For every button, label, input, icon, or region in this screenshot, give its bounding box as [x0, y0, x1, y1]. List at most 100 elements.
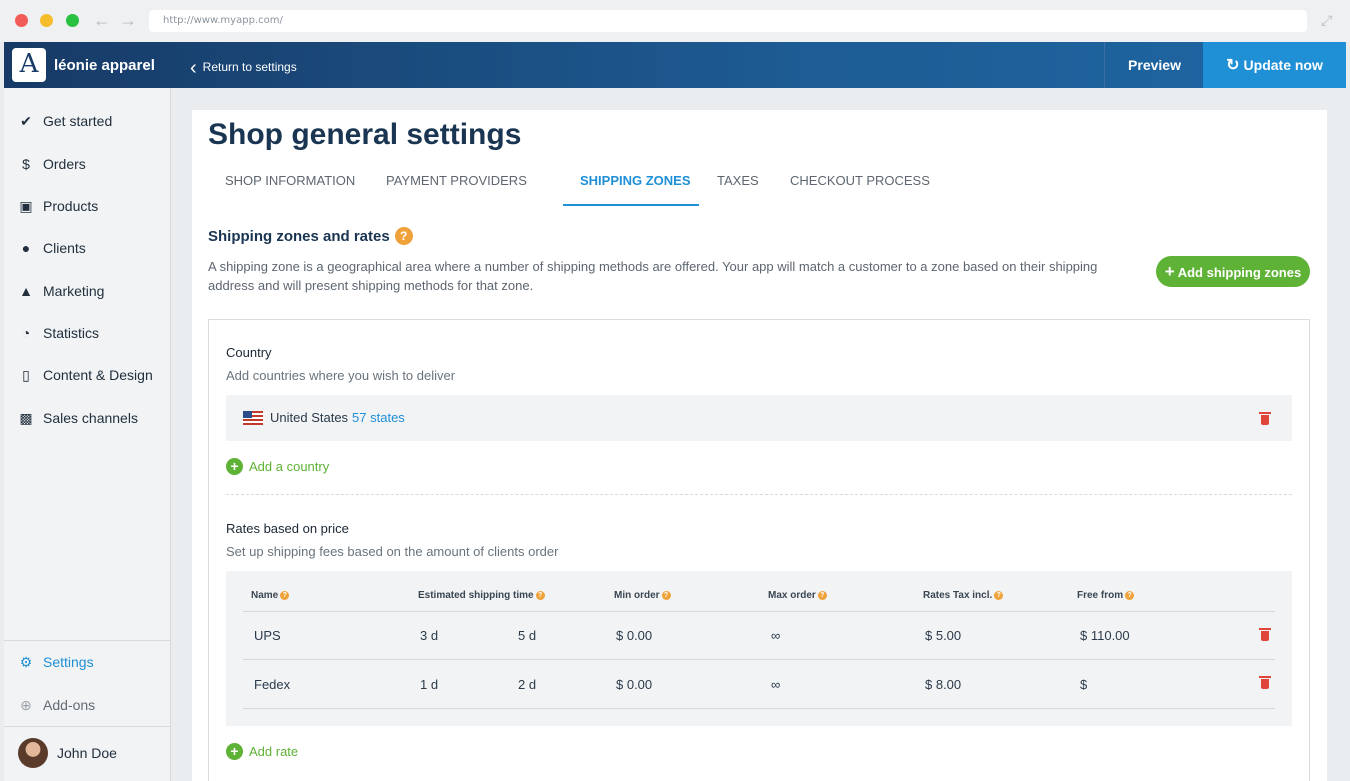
refresh-icon: ↻	[1226, 57, 1240, 74]
sidebar-item-label: Clients	[43, 240, 86, 256]
section-title-text: Shipping zones and rates	[208, 227, 390, 245]
row-divider	[243, 611, 1275, 612]
plus-icon: +	[1164, 262, 1175, 281]
minimize-window-button[interactable]	[40, 14, 53, 27]
phone-icon: ▯	[22, 366, 30, 383]
sidebar-item-clients[interactable]: ● Clients	[18, 240, 86, 256]
sidebar-item-sales-channels[interactable]: ▩ Sales channels	[18, 409, 138, 427]
user-name: John Doe	[57, 745, 117, 761]
user-profile[interactable]: John Doe	[18, 738, 117, 768]
add-shipping-zones-button[interactable]: + Add shipping zones	[1156, 256, 1310, 287]
country-name-text: United States	[270, 410, 349, 425]
delete-rate-trash-icon[interactable]	[1259, 627, 1271, 641]
column-header-label: Min order	[614, 590, 660, 601]
sidebar-item-products[interactable]: ▣ Products	[18, 198, 99, 215]
tab-shop-information[interactable]: SHOP INFORMATION	[225, 173, 355, 188]
expand-icon[interactable]: ⤢	[1321, 12, 1332, 29]
country-row: United States 57 states	[226, 395, 1292, 441]
country-heading: Country	[226, 345, 272, 360]
column-header-name: Name?	[251, 590, 290, 601]
row-divider	[243, 659, 1275, 660]
sidebar-item-label: Content & Design	[43, 367, 153, 383]
people-icon: ●	[21, 240, 31, 256]
country-subtitle: Add countries where you wish to deliver	[226, 368, 456, 383]
column-header-max-order: Max order?	[768, 590, 827, 601]
help-icon[interactable]: ?	[994, 591, 1004, 600]
chevron-left-icon: ‹	[190, 57, 197, 79]
rates-subtitle: Set up shipping fees based on the amount…	[226, 544, 559, 559]
country-name: United States 57 states	[270, 410, 405, 425]
rate-free-from: $ 110.00	[1080, 628, 1130, 643]
rate-amount: $ 5.00	[925, 628, 962, 643]
sidebar-item-settings[interactable]: ⚙ Settings	[18, 653, 94, 671]
store-icon: ▩	[19, 409, 33, 426]
browser-chrome: ← → http://www.myapp.com/ ⤢	[0, 0, 1350, 42]
sidebar-item-content-design[interactable]: ▯ Content & Design	[18, 366, 153, 384]
url-bar[interactable]: http://www.myapp.com/	[149, 10, 1307, 32]
sidebar-divider	[4, 640, 171, 641]
active-tab-indicator	[563, 204, 699, 206]
sidebar-item-get-started[interactable]: ✔ Get started	[18, 113, 112, 130]
maximize-window-button[interactable]	[66, 14, 79, 27]
sidebar-item-label: Statistics	[43, 325, 100, 341]
app-header: A léonie apparel ⌄ ‹ Return to settings P…	[4, 42, 1346, 88]
settings-card: Shop general settings SHOP INFORMATION P…	[192, 110, 1327, 781]
sidebar-item-label: Marketing	[43, 283, 105, 299]
store-switcher[interactable]: léonie apparel	[54, 57, 155, 74]
delete-country-trash-icon[interactable]	[1259, 411, 1271, 425]
close-window-button[interactable]	[15, 14, 28, 27]
help-icon[interactable]: ?	[661, 591, 671, 600]
rates-heading: Rates based on price	[226, 521, 349, 536]
column-header-label: Name	[251, 590, 279, 601]
states-link[interactable]: 57 states	[352, 410, 405, 425]
rate-name: UPS	[254, 628, 281, 643]
column-header-label: Estimated shipping time	[418, 590, 534, 601]
plus-circle-icon: ⊕	[20, 696, 32, 713]
chevron-down-icon[interactable]: ⌄	[142, 56, 152, 70]
tab-shipping-zones[interactable]: SHIPPING ZONES	[580, 173, 691, 188]
rate-min-order: $ 0.00	[616, 628, 653, 643]
help-icon[interactable]: ?	[394, 227, 413, 245]
sidebar-item-label: Products	[43, 198, 99, 214]
forward-arrow-icon[interactable]: →	[119, 10, 137, 30]
column-header-min-order: Min order?	[614, 590, 671, 601]
help-icon[interactable]: ?	[817, 591, 827, 600]
rates-table: Name? Estimated shipping time? Min order…	[226, 571, 1292, 726]
delete-rate-trash-icon[interactable]	[1259, 675, 1271, 689]
help-icon[interactable]: ?	[280, 591, 290, 600]
back-arrow-icon[interactable]: ←	[93, 10, 111, 30]
add-country-label: Add a country	[249, 459, 330, 474]
page-title: Shop general settings	[208, 118, 522, 151]
sidebar-item-statistics[interactable]: ◔ Statistics	[18, 325, 99, 341]
plus-circle-icon: +	[226, 743, 243, 760]
sidebar-item-add-ons[interactable]: ⊕ Add-ons	[18, 696, 96, 714]
return-label: Return to settings	[202, 60, 297, 74]
brand-logo[interactable]: A	[12, 48, 46, 82]
sidebar-item-label: Settings	[43, 654, 94, 670]
rate-min-order: $ 0.00	[616, 677, 653, 692]
rate-free-from: $	[1080, 677, 1088, 692]
add-zone-label: Add shipping zones	[1177, 265, 1302, 280]
preview-button[interactable]: Preview	[1104, 42, 1204, 88]
tab-checkout-process[interactable]: CHECKOUT PROCESS	[790, 173, 930, 188]
rate-max-order: ∞	[771, 677, 781, 692]
help-icon[interactable]: ?	[535, 591, 545, 600]
tab-payment-providers[interactable]: PAYMENT PROVIDERS	[386, 173, 527, 188]
us-flag-icon	[243, 411, 263, 425]
section-divider	[226, 494, 1292, 495]
row-divider	[243, 708, 1275, 709]
section-title: Shipping zones and rates ?	[208, 227, 413, 245]
sidebar-item-marketing[interactable]: ▲ Marketing	[18, 283, 104, 299]
sidebar-item-orders[interactable]: $ Orders	[18, 156, 86, 172]
gear-icon: ⚙	[19, 653, 33, 670]
avatar	[18, 738, 48, 768]
help-icon[interactable]: ?	[1125, 591, 1135, 600]
tab-taxes[interactable]: TAXES	[717, 173, 759, 188]
add-country-link[interactable]: + Add a country	[226, 458, 329, 475]
rate-name: Fedex	[254, 677, 291, 692]
add-rate-link[interactable]: + Add rate	[226, 743, 298, 760]
return-to-settings-link[interactable]: ‹ Return to settings	[190, 57, 297, 80]
sidebar-item-label: Add-ons	[43, 697, 96, 713]
update-now-button[interactable]: ↻ Update now	[1203, 42, 1346, 88]
rate-time-min: 3 d	[420, 628, 439, 643]
